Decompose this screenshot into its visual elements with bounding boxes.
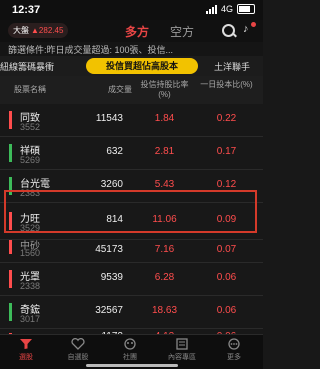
stock-volume: 32567 [95, 305, 123, 316]
table-row[interactable]: 力旺 3529 814 11.06 0.09 [0, 203, 263, 240]
stock-ratio: 7.16 [154, 244, 175, 255]
index-label: 大盤 [13, 26, 29, 35]
tab-long[interactable]: 多方 [125, 23, 149, 44]
nav-label: 社團 [123, 354, 137, 361]
signal-icon [205, 4, 217, 14]
stock-day-change: 0.06 [216, 305, 237, 316]
stock-day-change: 0.12 [216, 179, 237, 190]
stock-code: 3529 [20, 223, 41, 233]
index-value: ▲282.45 [31, 26, 64, 35]
trend-bar [9, 303, 12, 321]
heart-icon [71, 338, 85, 350]
nav-screener[interactable]: 選股 [0, 338, 52, 362]
table-row[interactable]: 台光電 2383 3260 5.43 0.12 [0, 170, 263, 203]
chip-category-1[interactable]: 投信買超佔高股本 [86, 58, 198, 74]
stock-ratio: 6.28 [154, 272, 175, 283]
bell-icon[interactable]: ♪ [243, 22, 256, 35]
filter-text: 篩選條件:昨日成交量超過: 100張、投信... [8, 45, 174, 55]
filter-bar[interactable]: 篩選條件:昨日成交量超過: 100張、投信... [0, 42, 263, 56]
nav-label: 自選股 [67, 354, 89, 361]
nav-label: 更多 [227, 354, 241, 361]
chip-category-0[interactable]: 紐線籌碼暴衝 [0, 60, 54, 73]
more-icon [227, 338, 241, 350]
category-chips: 紐線籌碼暴衝 投信買超佔高股本 土洋聯手 [0, 56, 263, 76]
battery-icon [237, 4, 255, 14]
trend-bar [9, 144, 12, 162]
search-icon[interactable] [222, 24, 235, 37]
stock-day-change: 0.06 [216, 272, 237, 283]
community-icon [123, 338, 137, 350]
table-row[interactable]: 光罩 2338 9539 6.28 0.06 [0, 263, 263, 296]
stock-code: 3017 [20, 314, 41, 324]
stock-day-change: 0.22 [216, 113, 237, 124]
trend-bar [9, 270, 12, 288]
header-volume[interactable]: 成交量 [82, 85, 132, 95]
stock-day-change: 0.07 [216, 244, 237, 255]
stock-code: 2383 [20, 188, 41, 198]
status-right: 4G [205, 4, 255, 14]
stock-volume: 9539 [100, 272, 123, 283]
stock-volume: 632 [106, 146, 123, 157]
bottom-nav: 選股 自選股 社團 內容專區 更多 [0, 334, 263, 369]
nav-content[interactable]: 內容專區 [156, 338, 208, 362]
table-row[interactable]: 祥碩 5269 632 2.81 0.17 [0, 137, 263, 170]
table-header: 股票名稱 成交量 投信持股比率(%) 一日投本比(%) [0, 76, 263, 104]
stock-ratio: 18.63 [151, 305, 178, 316]
stock-ratio: 11.06 [152, 214, 177, 225]
stock-ratio: 2.81 [154, 146, 175, 157]
nav-label: 選股 [19, 354, 33, 361]
chip-category-2[interactable]: 土洋聯手 [214, 60, 250, 73]
nav-community[interactable]: 社團 [104, 338, 156, 362]
table-row[interactable]: 中砂 1560 45173 7.16 0.07 [0, 240, 263, 263]
tab-short[interactable]: 空方 [170, 23, 194, 40]
stock-volume: 11543 [95, 113, 123, 124]
trend-bar [9, 240, 12, 254]
book-icon [175, 338, 189, 350]
home-indicator [86, 364, 178, 367]
top-bar: 大盤 ▲282.45 多方 空方 ♪ [0, 20, 263, 44]
nav-more[interactable]: 更多 [208, 338, 260, 362]
filter-icon [19, 338, 33, 350]
table-row[interactable]: 同致 3552 11543 1.84 0.22 [0, 104, 263, 137]
stock-ratio: 1.84 [154, 113, 175, 124]
header-name[interactable]: 股票名稱 [14, 85, 46, 95]
stock-table: 同致 3552 11543 1.84 0.22 祥碩 5269 632 2.81… [0, 104, 263, 348]
stock-ratio: 5.43 [154, 179, 175, 190]
header-day-change[interactable]: 一日投本比(%) [199, 80, 254, 90]
stock-code: 2338 [20, 281, 41, 291]
trend-bar [9, 177, 12, 195]
stock-code: 1560 [20, 248, 41, 258]
stock-volume: 814 [106, 214, 123, 225]
status-bar: 12:37 4G [0, 0, 263, 20]
stock-volume: 45173 [95, 244, 123, 255]
header-ratio[interactable]: 投信持股比率(%) [137, 80, 192, 100]
network-label: 4G [220, 4, 233, 14]
nav-label: 內容專區 [168, 354, 196, 361]
trend-bar [9, 212, 12, 230]
stock-code: 5269 [20, 155, 41, 165]
stock-day-change: 0.17 [216, 146, 237, 157]
index-chip[interactable]: 大盤 ▲282.45 [8, 23, 69, 38]
stock-day-change: 0.09 [216, 214, 237, 225]
table-row[interactable]: 奇鋐 3017 32567 18.63 0.06 [0, 296, 263, 329]
nav-watchlist[interactable]: 自選股 [52, 338, 104, 362]
stock-volume: 3260 [100, 179, 123, 190]
trend-bar [9, 111, 12, 129]
status-time: 12:37 [12, 4, 41, 16]
stock-code: 3552 [20, 122, 41, 132]
